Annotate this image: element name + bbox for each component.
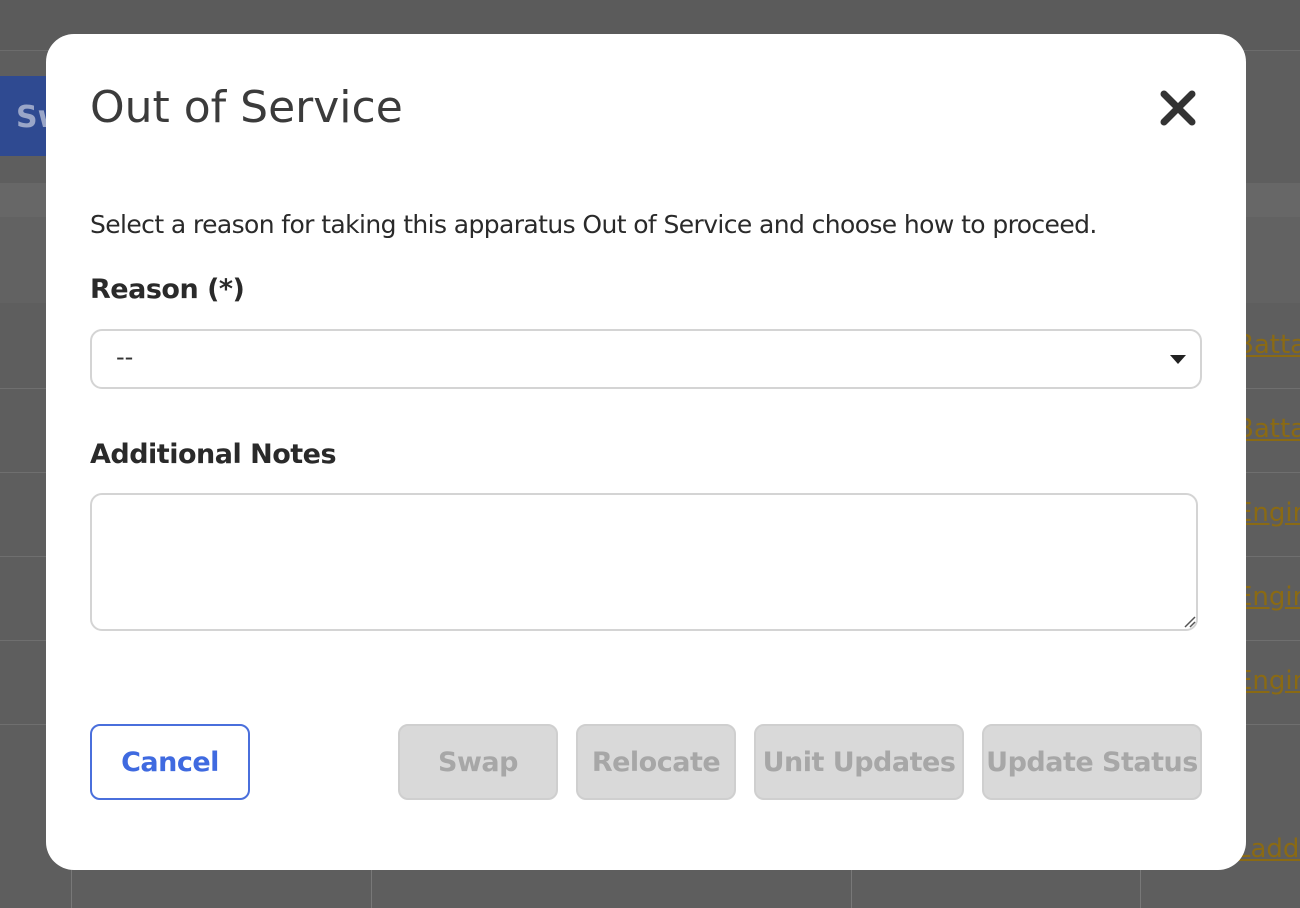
out-of-service-dialog: Out of Service Select a reason for takin… bbox=[46, 34, 1246, 870]
dialog-title: Out of Service bbox=[90, 82, 403, 133]
close-button[interactable] bbox=[1156, 86, 1200, 130]
chevron-down-icon bbox=[1170, 355, 1186, 364]
update-status-button[interactable]: Update Status bbox=[982, 724, 1202, 800]
unit-updates-button[interactable]: Unit Updates bbox=[754, 724, 964, 800]
background-column-divider bbox=[71, 870, 72, 908]
background-column-divider bbox=[1140, 870, 1141, 908]
reason-selected-value: -- bbox=[116, 343, 134, 371]
dialog-description: Select a reason for taking this apparatu… bbox=[90, 210, 1097, 239]
page-background: Sw Batta Batta Engin Engin Engin Ladde O… bbox=[0, 0, 1300, 908]
notes-textarea[interactable] bbox=[90, 493, 1198, 631]
notes-label: Additional Notes bbox=[90, 439, 337, 470]
relocate-button[interactable]: Relocate bbox=[576, 724, 736, 800]
reason-select[interactable]: -- bbox=[90, 329, 1202, 389]
close-icon bbox=[1160, 90, 1196, 126]
resize-handle-icon[interactable] bbox=[1182, 614, 1196, 628]
background-column-divider bbox=[851, 870, 852, 908]
cancel-button[interactable]: Cancel bbox=[90, 724, 250, 800]
swap-button[interactable]: Swap bbox=[398, 724, 558, 800]
background-column-divider bbox=[371, 870, 372, 908]
reason-label: Reason (*) bbox=[90, 274, 245, 305]
